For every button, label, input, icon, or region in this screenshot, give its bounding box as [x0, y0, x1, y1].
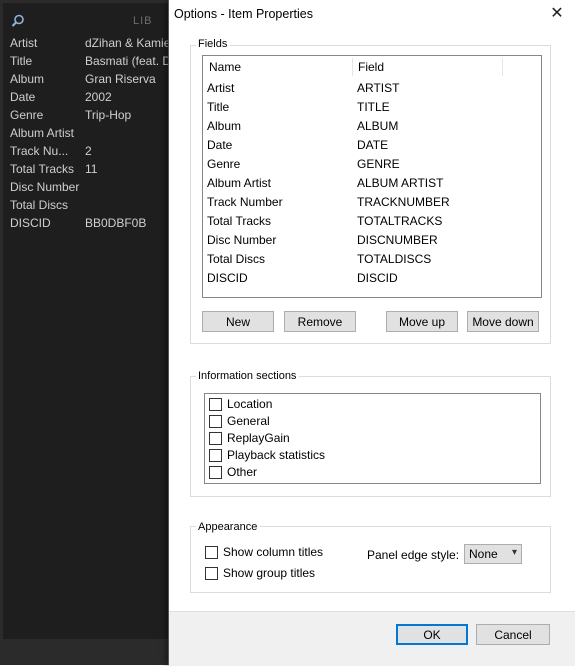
info-sections-group-label: Information sections [196, 370, 300, 382]
property-value: Basmati (feat. D [85, 54, 172, 68]
property-name: Total Discs [10, 198, 69, 212]
fields-list[interactable]: Name Field Artist ARTIST Title TITLE Album AL… [202, 55, 542, 298]
field-row[interactable]: Date DATE [203, 136, 541, 155]
field-row[interactable]: Total Tracks TOTALTRACKS [203, 212, 541, 231]
move-down-button[interactable]: Move down [467, 311, 539, 332]
column-separator [502, 58, 503, 76]
property-value: 11 [85, 162, 98, 176]
field-row-name: Album Artist [207, 176, 272, 190]
checkbox-box[interactable] [209, 432, 222, 445]
property-name: Album [10, 72, 45, 86]
property-value: 2002 [85, 90, 112, 104]
property-value: dZihan & Kamien [85, 36, 175, 50]
checkbox-label: ReplayGain [227, 431, 290, 445]
field-row-name: Track Number [207, 195, 283, 209]
title-bar: Options - Item Properties ✕ [169, 0, 575, 29]
search-icon[interactable] [11, 14, 25, 28]
checkbox-label: General [227, 414, 270, 428]
field-row-name: Genre [207, 157, 241, 171]
field-row[interactable]: Album ALBUM [203, 117, 541, 136]
property-name: Total Tracks [10, 162, 75, 176]
field-row[interactable]: Title TITLE [203, 98, 541, 117]
field-row-field: TOTALDISCS [357, 252, 432, 266]
property-value: Gran Riserva [85, 72, 156, 86]
field-row-name: Date [207, 138, 233, 152]
field-row[interactable]: DISCID DISCID [203, 269, 541, 288]
property-name: Title [10, 54, 33, 68]
fields-group-label: Fields [196, 38, 231, 50]
field-row-field: DISCNUMBER [357, 233, 438, 247]
field-row-field: TOTALTRACKS [357, 214, 443, 228]
property-name: Genre [10, 108, 44, 122]
ok-button[interactable]: OK [396, 624, 468, 645]
field-row-name: Total Tracks [207, 214, 272, 228]
field-row[interactable]: Artist ARTIST [203, 79, 541, 98]
column-header-field[interactable]: Field [358, 56, 384, 78]
field-row-name: Album [207, 119, 242, 133]
field-row[interactable]: Genre GENRE [203, 155, 541, 174]
panel-edge-label: Panel edge style: [367, 548, 460, 562]
dialog-footer: OK Cancel [169, 611, 575, 666]
property-name: Track Nu... [10, 144, 69, 158]
options-dialog: Options - Item Properties ✕ Fields Name … [168, 0, 575, 666]
checkbox-label: Other [227, 465, 258, 479]
field-row-field: TRACKNUMBER [357, 195, 450, 209]
properties-panel: LIB Artist dZihan & Kamien Title Basmati (f… [3, 3, 175, 639]
field-row-field: DATE [357, 138, 389, 152]
field-row-field: TITLE [357, 100, 390, 114]
field-row[interactable]: Album Artist ALBUM ARTIST [203, 174, 541, 193]
checkbox-label: Show group titles [223, 566, 316, 580]
checkbox-box[interactable] [209, 398, 222, 411]
close-icon[interactable]: ✕ [543, 4, 571, 24]
property-value: 2 [85, 144, 92, 158]
checkbox-label: Playback statistics [227, 448, 326, 462]
checkbox-label: Location [227, 397, 273, 411]
column-header-name[interactable]: Name [209, 56, 241, 78]
remove-button[interactable]: Remove [284, 311, 356, 332]
field-row-field: ALBUM ARTIST [357, 176, 444, 190]
checkbox-box[interactable] [209, 449, 222, 462]
field-row-field: GENRE [357, 157, 400, 171]
field-row-name: Title [207, 100, 230, 114]
checkbox-box[interactable] [209, 466, 222, 479]
field-row-field: ARTIST [357, 81, 400, 95]
field-row-name: Artist [207, 81, 235, 95]
field-row[interactable]: Track Number TRACKNUMBER [203, 193, 541, 212]
appearance-group-label: Appearance [196, 521, 261, 533]
dialog-content: Fields Name Field Artist ARTIST Title TITLE… [169, 29, 575, 611]
field-row[interactable]: Disc Number DISCNUMBER [203, 231, 541, 250]
field-row-name: DISCID [207, 271, 248, 285]
checkbox-box[interactable] [209, 415, 222, 428]
panel-label: LIB [133, 15, 153, 27]
property-name: Disc Number [10, 180, 80, 194]
field-row-field: ALBUM [357, 119, 399, 133]
field-row-name: Total Discs [207, 252, 266, 266]
cancel-button[interactable]: Cancel [476, 624, 550, 645]
field-row[interactable]: Total Discs TOTALDISCS [203, 250, 541, 269]
info-sections-list: Location General ReplayGain Playback statis… [204, 393, 541, 484]
fields-list-header: Name Field [203, 56, 541, 78]
checkbox-box[interactable] [205, 567, 218, 580]
dialog-title: Options - Item Properties [174, 7, 313, 21]
property-name: Album Artist [10, 126, 75, 140]
field-row-name: Disc Number [207, 233, 277, 247]
move-up-button[interactable]: Move up [386, 311, 458, 332]
checkbox-label: Show column titles [223, 545, 324, 559]
property-name: Date [10, 90, 36, 104]
chevron-down-icon: ▾ [511, 547, 517, 558]
property-name: DISCID [10, 216, 51, 230]
field-row-field: DISCID [357, 271, 398, 285]
property-value: BB0DBF0B [85, 216, 147, 230]
panel-edge-select[interactable]: None ▾ [464, 544, 522, 564]
new-button[interactable]: New [202, 311, 274, 332]
checkbox-box[interactable] [205, 546, 218, 559]
property-value: Trip-Hop [85, 108, 132, 122]
panel-edge-value: None [469, 547, 498, 561]
property-name: Artist [10, 36, 38, 50]
column-separator [352, 58, 353, 76]
